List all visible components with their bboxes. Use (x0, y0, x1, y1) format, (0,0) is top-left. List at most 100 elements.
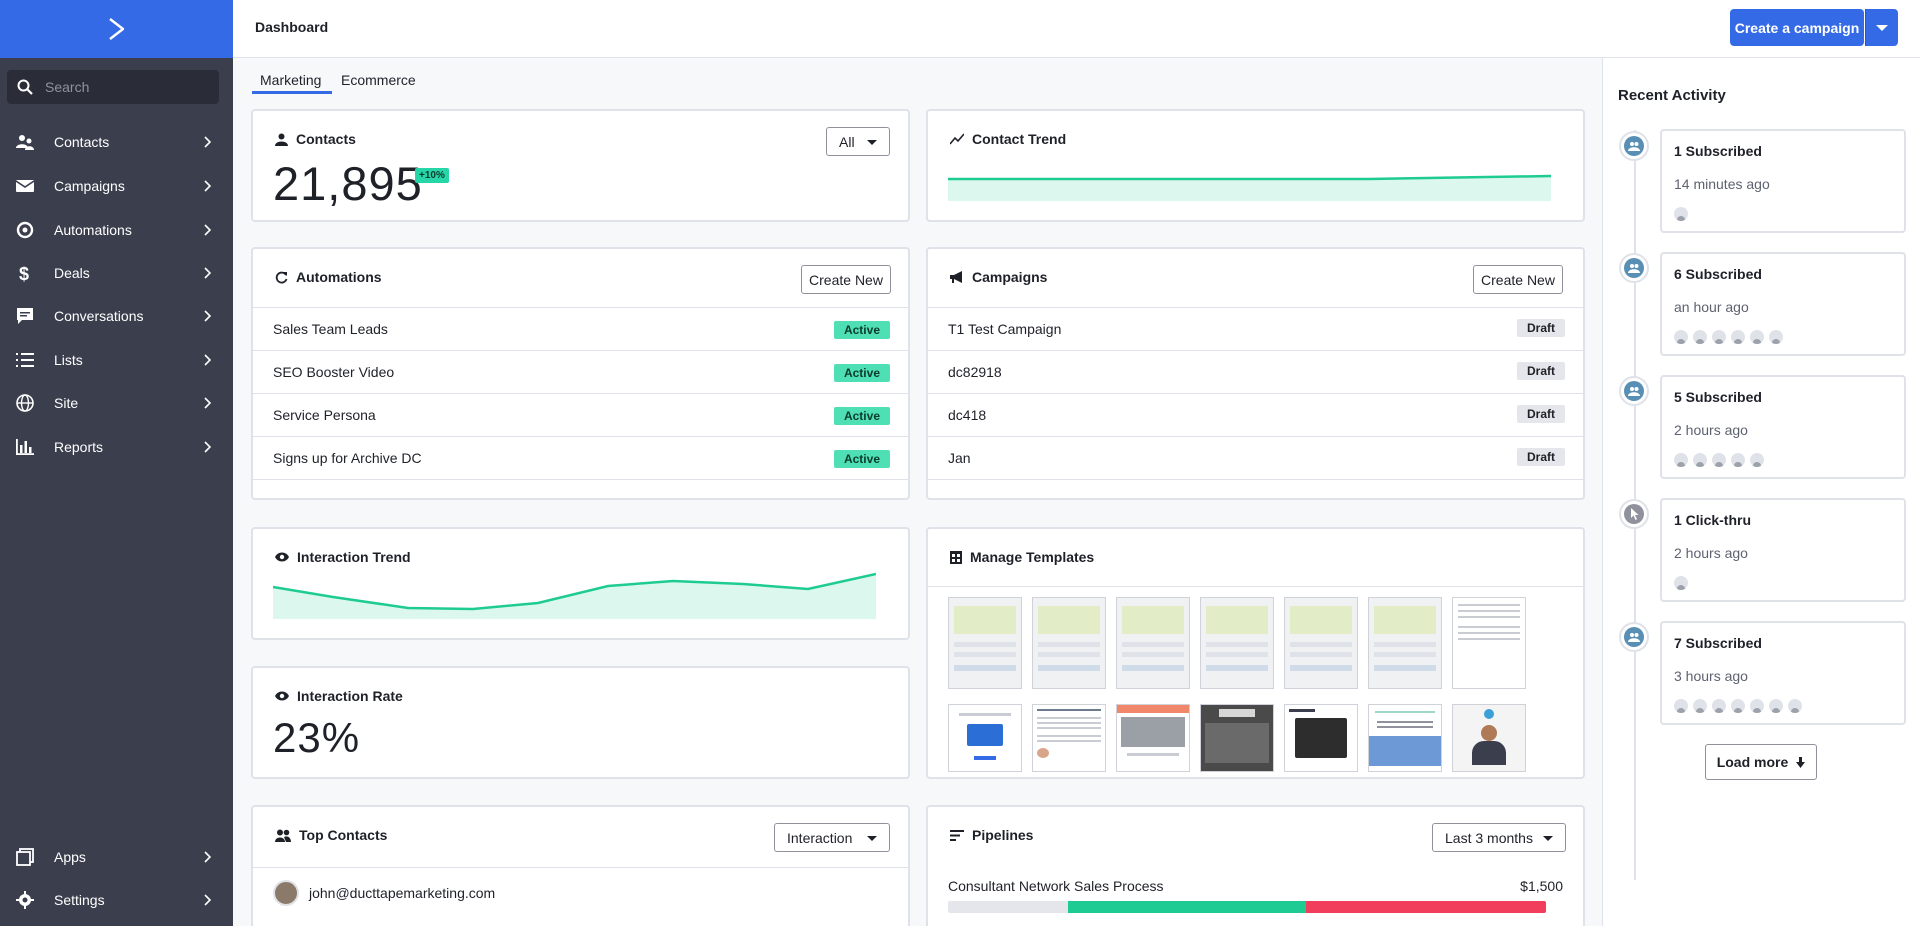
caret-down-icon (1876, 24, 1888, 31)
sidebar-item-settings[interactable]: Settings (0, 880, 233, 920)
campaign-row[interactable]: dc418 Draft (928, 393, 1583, 436)
pipeline-segment-stage-2 (1068, 901, 1306, 913)
interaction-rate-title: Interaction Rate (275, 688, 403, 704)
activity-time: 2 hours ago (1674, 422, 1748, 438)
load-more-button[interactable]: Load more (1705, 744, 1817, 780)
bar-chart-icon (16, 439, 34, 455)
sidebar-item-campaigns[interactable]: Campaigns (0, 166, 233, 206)
template-thumbnail[interactable] (1032, 704, 1106, 772)
divider (928, 586, 1583, 587)
template-thumbnail[interactable] (1032, 597, 1106, 689)
template-thumbnail[interactable] (1452, 704, 1526, 772)
template-thumbnail[interactable] (1368, 597, 1442, 689)
top-contact-row[interactable]: john@ducttapemarketing.com (273, 880, 495, 906)
automation-row[interactable]: SEO Booster Video Active (253, 350, 908, 393)
eye-icon (275, 691, 289, 701)
template-thumbnail[interactable] (1452, 597, 1526, 689)
automation-row[interactable]: Sales Team Leads Active (253, 307, 908, 350)
sidebar-item-label: Automations (54, 222, 132, 238)
page-title: Dashboard (255, 19, 329, 35)
activity-card[interactable]: 7 Subscribed 3 hours ago (1660, 621, 1906, 725)
active-tab-indicator (252, 91, 332, 94)
logo-bar[interactable] (0, 0, 233, 58)
avatar (1731, 699, 1745, 713)
sidebar-item-contacts[interactable]: Contacts (0, 122, 233, 162)
template-thumbnail[interactable] (1284, 597, 1358, 689)
tab-ecommerce[interactable]: Ecommerce (341, 72, 416, 88)
template-thumbnail[interactable] (1200, 704, 1274, 772)
automations-icon (16, 221, 34, 239)
recent-activity-title: Recent Activity (1618, 87, 1726, 104)
sidebar-item-automations[interactable]: Automations (0, 210, 233, 250)
subscribe-event-icon (1619, 131, 1649, 161)
search-box[interactable] (7, 70, 219, 104)
template-thumbnail[interactable] (948, 704, 1022, 772)
sidebar-item-deals[interactable]: $ Deals (0, 253, 233, 293)
activity-time: 2 hours ago (1674, 545, 1748, 561)
campaign-row[interactable]: T1 Test Campaign Draft (928, 307, 1583, 350)
activity-card[interactable]: 1 Subscribed 14 minutes ago (1660, 129, 1906, 233)
chevron-right-icon (204, 441, 211, 453)
pipelines-card: Pipelines Last 3 months Consultant Netwo… (926, 805, 1585, 926)
sidebar-item-lists[interactable]: Lists (0, 340, 233, 380)
card-title-text: Pipelines (972, 827, 1034, 843)
create-campaign-dropdown[interactable] (1865, 9, 1898, 46)
status-badge: Active (833, 364, 890, 382)
campaign-name: dc418 (948, 407, 987, 423)
top-contacts-filter-select[interactable]: Interaction (774, 823, 890, 852)
activity-label: 1 Subscribed (1674, 143, 1762, 159)
tab-marketing[interactable]: Marketing (260, 72, 321, 88)
template-thumbnail[interactable] (1116, 704, 1190, 772)
campaign-row[interactable]: Jan Draft (928, 436, 1583, 479)
search-input[interactable] (45, 79, 205, 95)
activity-card[interactable]: 1 Click-thru 2 hours ago (1660, 498, 1906, 602)
gear-icon (16, 891, 34, 909)
sidebar-item-label: Deals (54, 265, 90, 281)
pipeline-name: Consultant Network Sales Process (948, 878, 1164, 894)
template-thumbnail[interactable] (1200, 597, 1274, 689)
template-thumbnail[interactable] (1116, 597, 1190, 689)
apps-icon (16, 848, 34, 866)
campaign-name: dc82918 (948, 364, 1002, 380)
create-automation-button[interactable]: Create New (801, 265, 891, 294)
card-title-text: Automations (296, 269, 382, 285)
template-thumbnail[interactable] (1368, 704, 1442, 772)
divider (253, 867, 908, 868)
activity-card[interactable]: 5 Subscribed 2 hours ago (1660, 375, 1906, 479)
campaign-row[interactable]: dc82918 Draft (928, 350, 1583, 393)
status-badge: Draft (1516, 448, 1565, 466)
template-thumbnail[interactable] (1284, 704, 1358, 772)
automation-row[interactable]: Service Persona Active (253, 393, 908, 436)
top-contacts-card: Top Contacts Interaction john@ducttapema… (251, 805, 910, 926)
pipeline-icon (950, 829, 964, 841)
automation-name: SEO Booster Video (273, 364, 395, 380)
create-campaign-button[interactable]: Create a campaign (1730, 9, 1864, 46)
automation-row[interactable]: Signs up for Archive DC Active (253, 436, 908, 479)
pipelines-filter-select[interactable]: Last 3 months (1432, 823, 1566, 852)
templates-card-title: Manage Templates (950, 549, 1094, 565)
user-icon (275, 133, 288, 146)
card-title-text: Contacts (296, 131, 356, 147)
avatar (1693, 330, 1707, 344)
pipeline-progress-bar[interactable] (948, 901, 1546, 913)
create-campaign-card-button[interactable]: Create New (1473, 265, 1563, 294)
sidebar-item-reports[interactable]: Reports (0, 427, 233, 467)
template-thumbnail[interactable] (948, 597, 1022, 689)
avatar (1769, 699, 1783, 713)
sidebar-item-site[interactable]: Site (0, 383, 233, 423)
activity-card[interactable]: 6 Subscribed an hour ago (1660, 252, 1906, 356)
activity-label: 7 Subscribed (1674, 635, 1762, 651)
globe-icon (16, 394, 34, 412)
avatar (273, 880, 299, 906)
status-badge: Draft (1516, 319, 1565, 337)
interaction-rate-value: 23% (273, 714, 361, 761)
contacts-filter-select[interactable]: All (826, 127, 890, 156)
avatar (1750, 453, 1764, 467)
avatar (1674, 207, 1688, 221)
subscribe-event-icon (1619, 253, 1649, 283)
chevron-right-icon (204, 354, 211, 366)
caret-down-icon (867, 836, 877, 841)
sidebar-item-conversations[interactable]: Conversations (0, 296, 233, 336)
pipeline-segment-stage-1 (948, 901, 1068, 913)
sidebar-item-apps[interactable]: Apps (0, 837, 233, 877)
